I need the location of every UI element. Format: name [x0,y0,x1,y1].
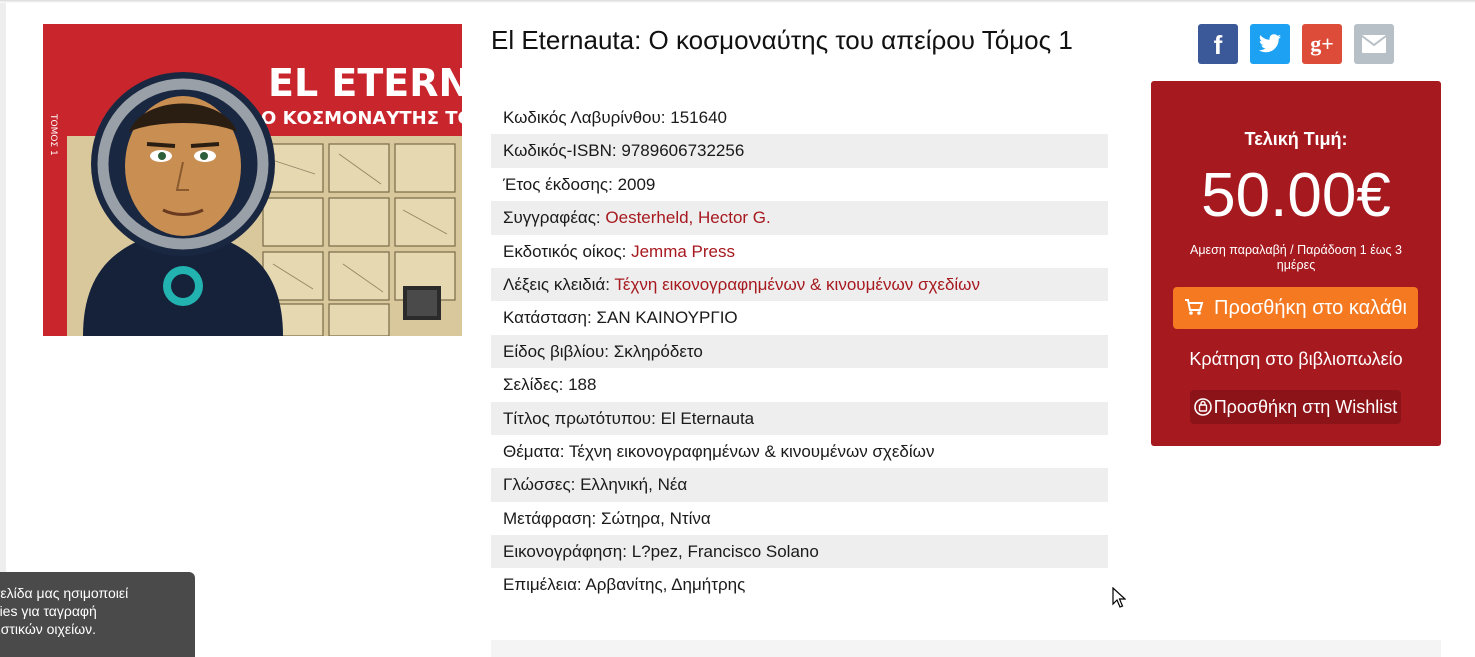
detail-value: Αρβανίτης, Δημήτρης [585,575,746,595]
wishlist-icon [1193,398,1212,416]
detail-label: Γλώσσες: [503,475,576,495]
price-value: 50.00€ [1201,161,1391,230]
header-shadow [0,0,1475,3]
detail-value: Σκληρόδετο [613,341,703,361]
publisher-link[interactable]: Jemma Press [631,242,735,261]
detail-label: Εκδοτικός οίκος: [503,241,627,261]
detail-label: Συγγραφέας: [503,208,601,228]
detail-value: 9789606732256 [621,141,745,161]
detail-label: Τίτλος πρωτότυπου: [503,408,656,428]
left-edge-strip [0,0,6,657]
add-to-wishlist-button[interactable]: Προσθήκη στη Wishlist [1190,390,1401,424]
detail-row-editing: Επιμέλεια: Αρβανίτης, Δημήτρης [491,568,1108,601]
detail-row-original-title: Τίτλος πρωτότυπου: El Eternauta [491,401,1108,435]
detail-label: Κατάσταση: [503,308,592,328]
detail-value: Τέχνη εικονογραφημένων & κινουμένων σχεδ… [568,441,935,461]
wishlist-label: Προσθήκη στη Wishlist [1213,397,1398,417]
detail-row-publisher: Εκδοτικός οίκος: Jemma Press [491,235,1108,268]
detail-row-languages: Γλώσσες: Ελληνική, Νέα [491,468,1108,502]
detail-row-pages: Σελίδες: 188 [491,368,1108,401]
detail-row-subjects: Θέματα: Τέχνη εικονογραφημένων & κινουμέ… [491,435,1108,468]
detail-row-year: Έτος έκδοσης: 2009 [491,168,1108,201]
email-share-button[interactable] [1354,24,1394,64]
product-page: EL ETERNAUTA Ο ΚΟΣΜΟΝΑΥΤΗΣ ΤΟΥ ΑΠΕΙΡΟΥ Τ… [0,0,1475,657]
detail-value: 188 [568,375,597,395]
product-details-list: Κωδικός Λαβυρίνθου: 151640 Κωδικός-ISBN:… [491,101,1108,602]
add-to-cart-label: Προσθήκη στο καλάθι [1214,297,1407,319]
detail-value: ΣΑΝ ΚΑΙΝΟΥΡΓΙΟ [596,308,738,328]
detail-label: Θέματα: [503,441,565,461]
detail-value: El Eternauta [660,408,755,428]
detail-row-condition: Κατάσταση: ΣΑΝ ΚΑΙΝΟΥΡΓΙΟ [491,301,1108,334]
content-footer-band [491,640,1441,657]
keywords-link[interactable]: Τέχνη εικονογραφημένων & κινουμένων σχεδ… [614,275,980,294]
detail-label: Κωδικός Λαβυρίνθου: [503,108,666,127]
add-to-cart-button[interactable]: Προσθήκη στο καλάθι [1173,287,1418,329]
author-link[interactable]: Oesterheld, Hector G. [605,208,770,227]
google-plus-icon: g+ [1310,31,1334,56]
detail-row-author: Συγγραφέας: Oesterheld, Hector G. [491,201,1108,235]
cart-icon [1185,299,1204,315]
detail-row-translation: Μετάφραση: Σώτηρα, Ντίνα [491,502,1108,535]
detail-value: Ελληνική, Νέα [580,475,688,495]
purchase-panel: Τελική Τιμή: 50.00€ Αμεση παραλαβή / Παρ… [1151,81,1441,446]
detail-row-illustration: Εικονογράφηση: L?pez, Francisco Solano [491,535,1108,569]
facebook-icon: f [1213,30,1223,60]
twitter-share-button[interactable] [1250,24,1290,64]
detail-label: Εικονογράφηση: [503,542,627,562]
delivery-info: Αμεση παραλαβή / Παράδοση 1 έως 3 ημέρες [1190,243,1402,272]
twitter-icon [1259,34,1281,53]
reserve-in-store-link[interactable]: Κράτηση στο βιβλιοπωλείο [1151,349,1441,370]
cookie-notice-text: στοσελίδα μας ησιμοποιεί cookies για ταγ… [0,585,129,637]
cookie-notice[interactable]: στοσελίδα μας ησιμοποιεί cookies για ταγ… [0,572,195,657]
product-title: El Eternauta: Ο κοσμοναύτης του απείρου … [491,25,1073,55]
google-plus-share-button[interactable]: g+ [1302,24,1342,64]
book-cover-image[interactable]: EL ETERNAUTA Ο ΚΟΣΜΟΝΑΥΤΗΣ ΤΟΥ ΑΠΕΙΡΟΥ Τ… [43,24,462,336]
detail-label: Σελίδες: [503,375,564,395]
cover-series-label: ΤΟΜΟΣ 1 [48,113,58,156]
detail-value: L?pez, Francisco Solano [631,542,819,562]
cover-title-line1: EL ETERNAUTA [268,61,462,105]
detail-label: Είδος βιβλίου: [503,341,610,361]
detail-value: 151640 [670,108,727,127]
detail-row-isbn: Κωδικός-ISBN: 9789606732256 [491,134,1108,168]
detail-row-binding: Είδος βιβλίου: Σκληρόδετο [491,334,1108,369]
price-label: Τελική Τιμή: [1244,129,1348,149]
detail-label: Έτος έκδοσης: [503,174,613,194]
detail-label: Επιμέλεια: [503,575,582,595]
detail-row-code: Κωδικός Λαβυρίνθου: 151640 [491,101,1108,134]
facebook-share-button[interactable]: f [1198,24,1238,64]
email-icon [1361,35,1387,53]
detail-label: Κωδικός-ISBN: [503,141,617,161]
detail-row-keywords: Λέξεις κλειδιά: Τέχνη εικονογραφημένων &… [491,267,1108,302]
detail-value: 2009 [617,174,656,194]
detail-value: Σώτηρα, Ντίνα [600,508,711,528]
detail-label: Μετάφραση: [503,508,597,528]
cover-title-line2: Ο ΚΟΣΜΟΝΑΥΤΗΣ ΤΟΥ ΑΠΕΙΡΟΥ [261,108,462,129]
detail-label: Λέξεις κλειδιά: [503,274,610,294]
mouse-cursor-icon [1112,587,1126,608]
